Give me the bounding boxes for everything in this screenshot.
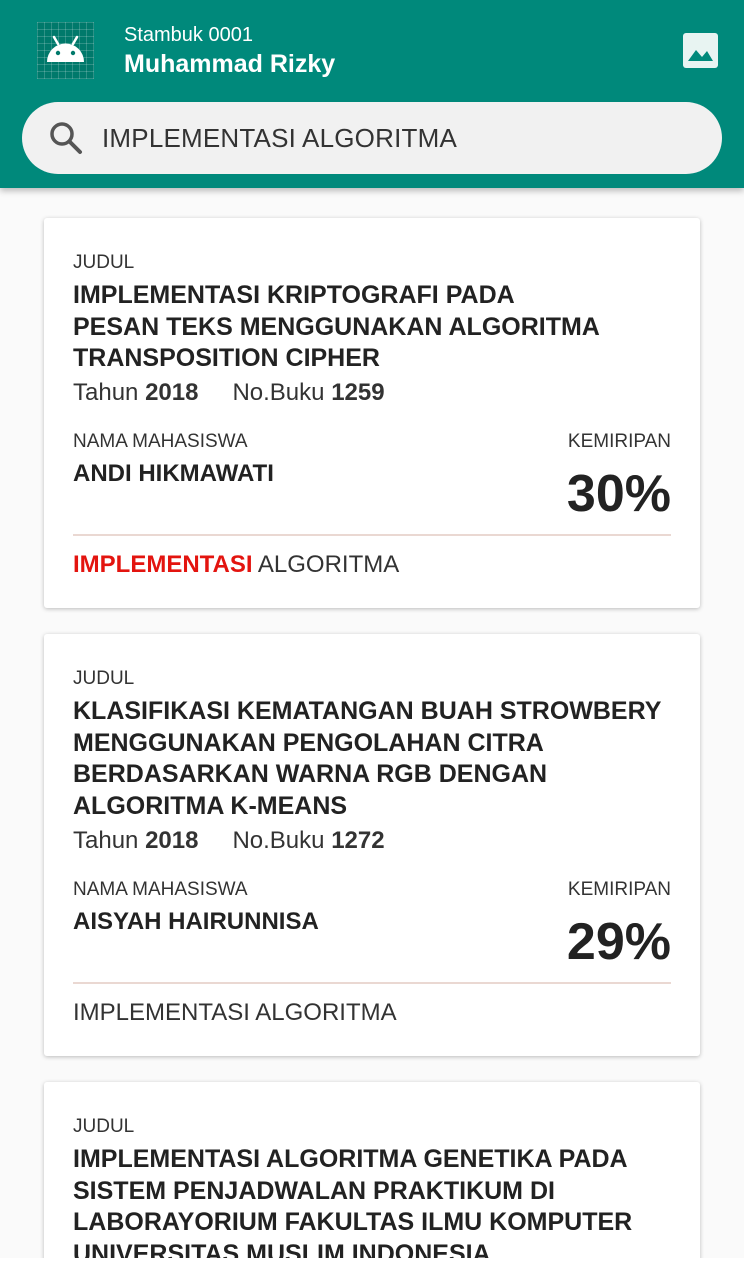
divider bbox=[73, 982, 671, 984]
search-bar[interactable]: IMPLEMENTASI ALGORITMA bbox=[22, 102, 722, 174]
result-meta: Tahun 2018 No.Buku 1272 bbox=[73, 827, 385, 855]
no-buku-value: 1259 bbox=[331, 379, 385, 406]
result-title: IMPLEMENTASI KRIPTOGRAFI PADA PESAN TEKS… bbox=[73, 280, 673, 375]
search-icon[interactable] bbox=[48, 120, 84, 156]
judul-label: JUDUL bbox=[73, 668, 135, 689]
bottom-strip bbox=[0, 1258, 744, 1280]
app-bar: Stambuk 0001 Muhammad Rizky IMPLEMENTASI… bbox=[0, 0, 744, 188]
user-name: Muhammad Rizky bbox=[124, 50, 336, 78]
result-title: IMPLEMENTASI ALGORITMA GENETIKA PADA SIS… bbox=[73, 1144, 673, 1258]
kemiripan-label: KEMIRIPAN bbox=[567, 431, 671, 452]
result-card[interactable]: JUDUL KLASIFIKASI KEMATANGAN BUAH STROWB… bbox=[44, 634, 700, 1056]
divider bbox=[73, 534, 671, 536]
kemiripan-value: 29% bbox=[566, 913, 671, 971]
search-input[interactable]: IMPLEMENTASI ALGORITMA bbox=[102, 123, 457, 154]
nama-mahasiswa-label: NAMA MAHASISWA bbox=[73, 431, 248, 452]
stambuk-label: Stambuk 0001 bbox=[124, 24, 253, 46]
kemiripan-label: KEMIRIPAN bbox=[567, 879, 671, 900]
keyword-rest: IMPLEMENTASI ALGORITMA bbox=[73, 999, 397, 1026]
result-card[interactable]: JUDUL IMPLEMENTASI KRIPTOGRAFI PADA PESA… bbox=[44, 218, 700, 608]
judul-label: JUDUL bbox=[73, 252, 135, 273]
title-line: LABORAYORIUM FAKULTAS ILMU KOMPUTER bbox=[73, 1208, 633, 1236]
kemiripan-value: 30% bbox=[566, 465, 671, 523]
tahun-value: 2018 bbox=[145, 379, 199, 406]
title-line: ALGORITMA K-MEANS bbox=[73, 791, 348, 820]
title-line: TRANSPOSITION CIPHER bbox=[73, 344, 380, 372]
title-line: SISTEM PENJADWALAN PRAKTIKUM DI bbox=[73, 1176, 555, 1205]
keyword-match: IMPLEMENTASI ALGORITMA bbox=[73, 999, 397, 1027]
image-button[interactable] bbox=[683, 33, 718, 68]
avatar[interactable] bbox=[37, 22, 94, 79]
title-line: MENGGUNAKAN PENGOLAHAN CITRA bbox=[73, 728, 544, 757]
title-line: IMPLEMENTASI KRIPTOGRAFI PADA bbox=[73, 281, 515, 309]
tahun-value: 2018 bbox=[145, 827, 199, 854]
result-meta: Tahun 2018 No.Buku 1259 bbox=[73, 379, 385, 407]
result-card[interactable]: JUDUL IMPLEMENTASI ALGORITMA GENETIKA PA… bbox=[44, 1082, 700, 1258]
tahun-label: Tahun bbox=[73, 379, 139, 406]
nama-mahasiswa-label: NAMA MAHASISWA bbox=[73, 879, 248, 900]
image-icon bbox=[683, 33, 718, 68]
title-line: KLASIFIKASI KEMATANGAN BUAH STROWBERY bbox=[73, 697, 662, 725]
title-line: IMPLEMENTASI ALGORITMA GENETIKA PADA bbox=[73, 1145, 628, 1173]
no-buku-label: No.Buku bbox=[232, 379, 325, 406]
title-line: BERDASARKAN WARNA RGB DENGAN bbox=[73, 760, 548, 788]
keyword-match: IMPLEMENTASI ALGORITMA bbox=[73, 551, 399, 579]
keyword-rest: ALGORITMA bbox=[252, 551, 400, 578]
tahun-label: Tahun bbox=[73, 827, 139, 854]
results-list[interactable]: JUDUL IMPLEMENTASI KRIPTOGRAFI PADA PESA… bbox=[0, 188, 744, 1258]
student-name: AISYAH HAIRUNNISA bbox=[73, 908, 319, 935]
no-buku-label: No.Buku bbox=[232, 827, 325, 854]
title-line: UNIVERSITAS MUSLIM INDONESIA bbox=[73, 1239, 491, 1259]
keyword-highlight: IMPLEMENTASI bbox=[73, 551, 253, 578]
judul-label: JUDUL bbox=[73, 1116, 135, 1137]
android-icon bbox=[47, 35, 84, 62]
no-buku-value: 1272 bbox=[331, 827, 385, 854]
result-title: KLASIFIKASI KEMATANGAN BUAH STROWBERY ME… bbox=[73, 696, 673, 822]
title-line: PESAN TEKS MENGGUNAKAN ALGORITMA bbox=[73, 312, 600, 341]
student-name: ANDI HIKMAWATI bbox=[73, 460, 274, 487]
